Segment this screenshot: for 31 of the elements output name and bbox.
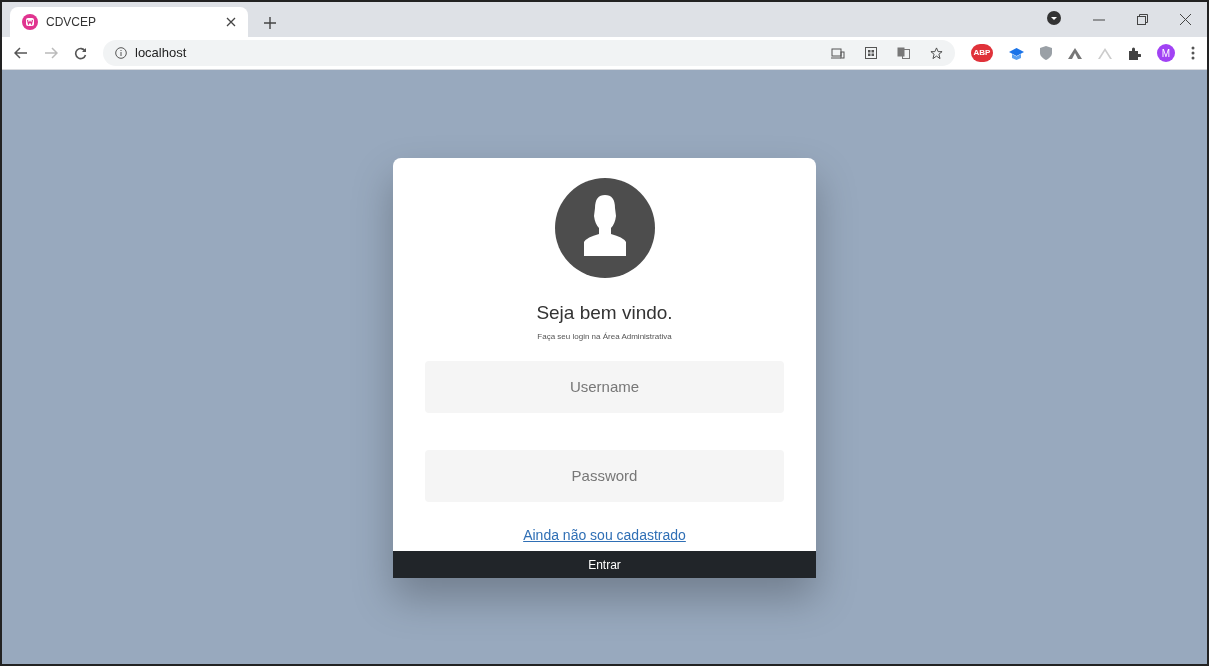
new-tab-icon[interactable] — [264, 17, 276, 29]
register-link[interactable]: Ainda não sou cadastrado — [523, 524, 686, 546]
puzzle-piece-icon[interactable] — [1128, 46, 1141, 60]
star-icon[interactable] — [930, 46, 943, 60]
translate-icon[interactable] — [897, 47, 910, 59]
graduation-cap-icon[interactable] — [1009, 46, 1024, 60]
browser-tab[interactable]: CDVCEP — [10, 7, 248, 37]
qr-code-icon[interactable] — [865, 47, 877, 59]
more-options-icon[interactable] — [1191, 46, 1195, 60]
restore-icon[interactable] — [1137, 14, 1148, 25]
input-field[interactable]: Username — [425, 360, 784, 413]
adblock-extension-icon[interactable]: ABP — [971, 44, 993, 62]
url-text: localhost — [135, 44, 187, 63]
back-arrow-icon[interactable] — [14, 47, 28, 59]
input-field[interactable]: Password — [425, 449, 784, 502]
close-icon[interactable] — [1180, 14, 1191, 25]
close-icon[interactable] — [226, 17, 236, 27]
shield-icon[interactable] — [1040, 46, 1052, 60]
profile-avatar[interactable]: M — [1157, 44, 1175, 62]
cast-icon[interactable] — [831, 47, 845, 59]
subtitle-text: Faça seu login na Área Administrativa — [537, 330, 672, 343]
mountain-icon[interactable] — [1068, 47, 1082, 59]
address-bar[interactable]: localhost — [103, 40, 955, 66]
app-logo-icon — [22, 14, 38, 30]
reload-icon[interactable] — [74, 46, 87, 60]
login-button[interactable]: Entrar — [393, 551, 816, 578]
info-icon — [115, 47, 127, 59]
profile-menu-icon[interactable] — [1047, 11, 1061, 25]
user-avatar-icon — [554, 178, 655, 278]
welcome-heading: Seja bem vindo. — [536, 301, 673, 325]
tab-title: CDVCEP — [46, 14, 97, 31]
